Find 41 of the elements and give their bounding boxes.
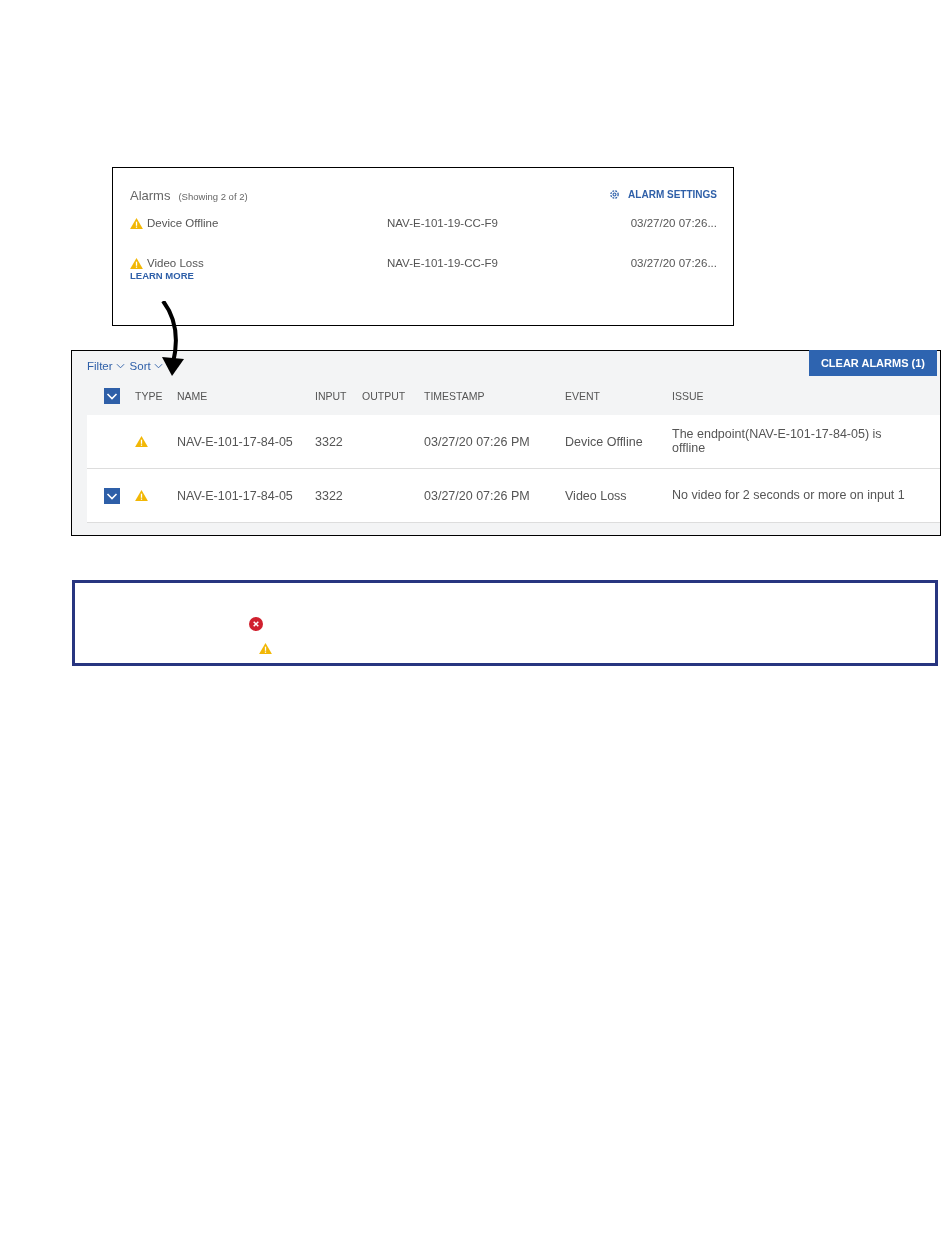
table-cell-text: 03/27/20 07:26 PM	[424, 434, 531, 449]
warning-icon	[130, 257, 143, 269]
device-name: NAV-E-101-19-CC-F9	[387, 217, 499, 229]
alarm-count: (Showing 2 of 2)	[178, 191, 248, 202]
alarm-settings-link[interactable]: ALARM SETTINGS	[609, 189, 717, 200]
table-cell-text: NAV-E-101-17-84-05	[177, 488, 294, 503]
column-header: EVENT	[565, 390, 601, 402]
clear-alarms-button[interactable]: CLEAR ALARMS (1)	[808, 350, 937, 376]
column-header: TIMESTAMP	[424, 390, 486, 402]
column-header: OUTPUT	[362, 390, 407, 402]
error-icon	[249, 617, 263, 631]
table-cell-text: NAV-E-101-17-84-05	[177, 434, 294, 449]
table-cell-text: No video for 2 seconds or more on input 1	[672, 488, 906, 503]
alarm-time: 03/27/20 07:26...	[630, 217, 717, 229]
table-cell-text: 3322	[315, 488, 344, 503]
table-cell-text: 03/27/20 07:26 PM	[424, 488, 531, 503]
chevron-down-icon	[115, 363, 125, 369]
table-cell-text: 3322	[315, 434, 344, 449]
column-header: NAME	[177, 390, 209, 402]
alarm-time: 03/27/20 07:26...	[630, 257, 717, 269]
sort-dropdown[interactable]: Sort	[129, 360, 163, 372]
table-cell-text: Video Loss	[565, 488, 628, 503]
warning-icon	[130, 217, 143, 229]
alarm-event: Device Offline	[147, 217, 219, 229]
filter-dropdown[interactable]: Filter	[87, 360, 125, 372]
learn-more-link[interactable]: LEARN MORE	[130, 270, 387, 281]
alarm-event: Video Loss	[147, 257, 204, 269]
chevron-down-icon	[153, 363, 163, 369]
checkbox[interactable]	[104, 388, 120, 404]
column-header: INPUT	[315, 390, 348, 402]
device-name: NAV-E-101-19-CC-F9	[387, 257, 499, 269]
column-header: ISSUE	[672, 390, 705, 402]
table-cell-text: Device Offline	[565, 434, 644, 449]
table-cell-text: The endpoint(NAV-E-101-17-84-05) is offline	[672, 428, 883, 455]
gear-icon	[609, 189, 621, 200]
warning-icon	[135, 436, 148, 447]
column-header: TYPE	[135, 390, 164, 402]
panel-title: Alarms	[130, 188, 171, 203]
warning-icon	[135, 490, 148, 501]
warning-icon	[259, 643, 272, 654]
checkbox[interactable]	[104, 487, 120, 504]
